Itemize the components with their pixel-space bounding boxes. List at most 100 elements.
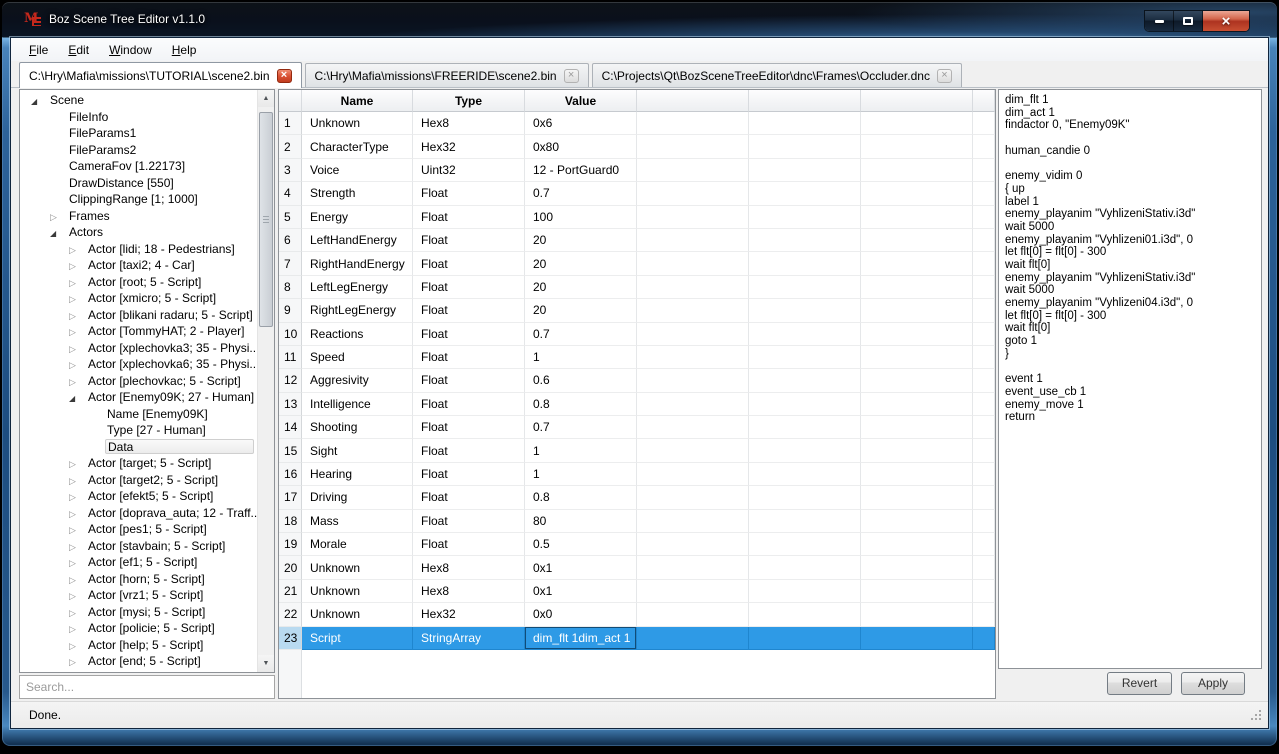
cell-empty[interactable] — [749, 463, 861, 486]
cell-value[interactable]: 0.7 — [525, 182, 637, 205]
cell-empty[interactable] — [749, 135, 861, 158]
table-row[interactable]: 22 Unknown Hex32 0x0 — [279, 603, 995, 626]
menu-item[interactable]: File — [19, 41, 58, 59]
cell-empty[interactable] — [749, 439, 861, 462]
tab-close-icon[interactable]: × — [564, 69, 579, 83]
cell-type[interactable]: StringArray — [413, 627, 525, 650]
tab[interactable]: C:\Hry\Mafia\missions\TUTORIAL\scene2.bi… — [19, 62, 302, 88]
cell-value[interactable]: 0x0 — [525, 603, 637, 626]
cell-name[interactable]: RightLegEnergy — [302, 299, 413, 322]
cell-type[interactable]: Float — [413, 323, 525, 346]
cell-type[interactable]: Float — [413, 533, 525, 556]
cell-empty[interactable] — [749, 510, 861, 533]
table-row[interactable]: 14 Shooting Float 0.7 — [279, 416, 995, 439]
cell-value[interactable]: 0.5 — [525, 533, 637, 556]
row-number[interactable]: 20 — [279, 556, 302, 579]
cell-empty[interactable] — [973, 346, 995, 369]
cell-empty[interactable] — [861, 182, 973, 205]
cell-empty[interactable] — [973, 206, 995, 229]
cell-empty[interactable] — [637, 323, 749, 346]
expander-icon[interactable] — [69, 457, 86, 469]
row-number[interactable]: 14 — [279, 416, 302, 439]
tree-item[interactable]: CameraFov [1.22173] — [20, 158, 257, 175]
cell-empty[interactable] — [861, 346, 973, 369]
table-row[interactable]: 5 Energy Float 100 — [279, 206, 995, 229]
cell-empty[interactable] — [973, 556, 995, 579]
cell-name[interactable]: Strength — [302, 182, 413, 205]
table-row[interactable]: 13 Intelligence Float 0.8 — [279, 393, 995, 416]
cell-type[interactable]: Float — [413, 393, 525, 416]
cell-name[interactable]: LeftHandEnergy — [302, 229, 413, 252]
cell-empty[interactable] — [637, 112, 749, 135]
cell-value[interactable]: 20 — [525, 229, 637, 252]
cell-type[interactable]: Float — [413, 416, 525, 439]
cell-empty[interactable] — [637, 369, 749, 392]
tree-item[interactable]: Actor [lidi; 18 - Pedestrians] — [20, 241, 257, 258]
cell-value[interactable]: 20 — [525, 299, 637, 322]
cell-empty[interactable] — [973, 510, 995, 533]
table-row[interactable]: 9 RightLegEnergy Float 20 — [279, 299, 995, 322]
cell-type[interactable]: Uint32 — [413, 159, 525, 182]
cell-type[interactable]: Float — [413, 206, 525, 229]
cell-type[interactable]: Float — [413, 510, 525, 533]
row-number[interactable]: 22 — [279, 603, 302, 626]
row-number[interactable]: 7 — [279, 252, 302, 275]
table-row[interactable]: 15 Sight Float 1 — [279, 439, 995, 462]
cell-empty[interactable] — [861, 252, 973, 275]
cell-empty[interactable] — [749, 580, 861, 603]
cell-empty[interactable] — [637, 252, 749, 275]
cell-value[interactable]: 12 - PortGuard0 — [525, 159, 637, 182]
tab-close-icon[interactable]: × — [277, 69, 292, 83]
tree-item[interactable]: Actor [plechovkac; 5 - Script] — [20, 373, 257, 390]
tree-item[interactable]: Actor [end; 5 - Script] — [20, 653, 257, 670]
revert-button[interactable]: Revert — [1107, 672, 1172, 695]
tree-item[interactable]: FileInfo — [20, 109, 257, 126]
cell-name[interactable]: Aggresivity — [302, 369, 413, 392]
cell-empty[interactable] — [861, 580, 973, 603]
expander-icon[interactable] — [69, 556, 86, 568]
header-empty[interactable] — [637, 90, 749, 112]
cell-empty[interactable] — [861, 486, 973, 509]
expander-icon[interactable] — [69, 622, 86, 634]
tree-item[interactable]: Actor [mysi; 5 - Script] — [20, 604, 257, 621]
cell-empty[interactable] — [973, 393, 995, 416]
cell-value[interactable]: 0x1 — [525, 556, 637, 579]
script-editor[interactable]: dim_flt 1 dim_act 1 findactor 0, "Enemy0… — [998, 89, 1262, 669]
cell-empty[interactable] — [973, 369, 995, 392]
cell-empty[interactable] — [973, 416, 995, 439]
expander-icon[interactable] — [69, 474, 86, 486]
table-row[interactable]: 4 Strength Float 0.7 — [279, 182, 995, 205]
cell-empty[interactable] — [637, 229, 749, 252]
cell-empty[interactable] — [637, 486, 749, 509]
cell-empty[interactable] — [749, 206, 861, 229]
expander-icon[interactable] — [69, 358, 86, 370]
row-number[interactable]: 2 — [279, 135, 302, 158]
tree-item[interactable]: Actor [TommyHAT; 2 - Player] — [20, 323, 257, 340]
tree-item[interactable]: ClippingRange [1; 1000] — [20, 191, 257, 208]
tree-item[interactable]: Actor — [20, 670, 257, 673]
expander-icon[interactable] — [69, 540, 86, 552]
cell-empty[interactable] — [637, 135, 749, 158]
cell-value[interactable]: 20 — [525, 252, 637, 275]
scrollbar-thumb[interactable] — [259, 112, 273, 327]
menu-item[interactable]: Window — [99, 41, 162, 59]
cell-empty[interactable] — [749, 369, 861, 392]
titlebar[interactable]: Boz Scene Tree Editor v1.1.0 × — [2, 2, 1277, 37]
expander-icon[interactable] — [69, 342, 86, 354]
cell-type[interactable]: Float — [413, 276, 525, 299]
cell-empty[interactable] — [637, 393, 749, 416]
cell-name[interactable]: Script — [302, 627, 413, 650]
cell-empty[interactable] — [973, 182, 995, 205]
cell-value[interactable]: 0.8 — [525, 486, 637, 509]
cell-type[interactable]: Float — [413, 439, 525, 462]
cell-empty[interactable] — [973, 627, 995, 650]
table-row[interactable]: 23 Script StringArray dim_flt 1dim_act 1 — [279, 627, 995, 650]
cell-empty[interactable] — [861, 439, 973, 462]
table-row[interactable]: 1 Unknown Hex8 0x6 — [279, 112, 995, 135]
cell-type[interactable]: Float — [413, 463, 525, 486]
row-number[interactable]: 18 — [279, 510, 302, 533]
cell-value[interactable]: 0x80 — [525, 135, 637, 158]
tree-item[interactable]: FileParams1 — [20, 125, 257, 142]
row-number[interactable]: 15 — [279, 439, 302, 462]
cell-empty[interactable] — [861, 299, 973, 322]
